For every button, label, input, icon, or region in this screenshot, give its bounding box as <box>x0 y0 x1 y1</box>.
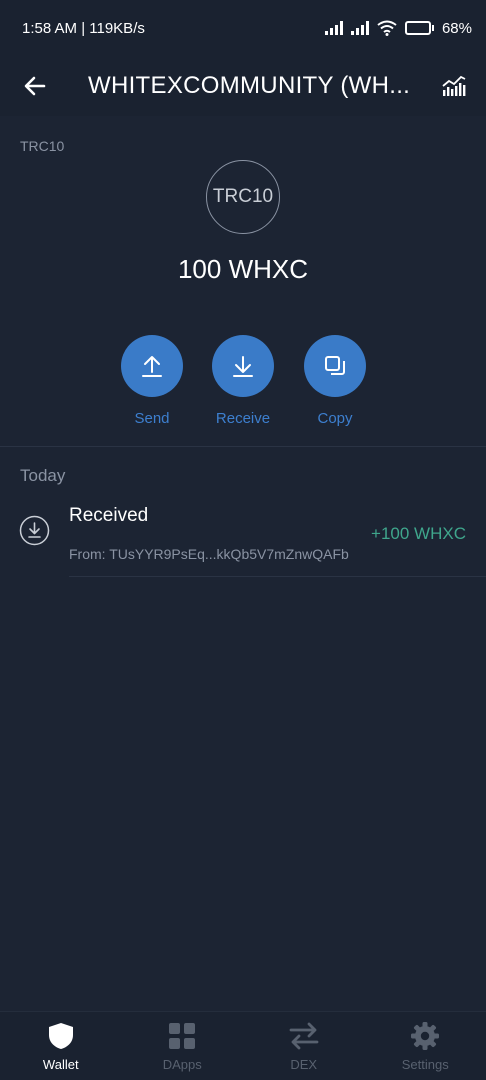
tab-dex-label: DEX <box>290 1057 318 1072</box>
chart-button[interactable] <box>436 68 472 104</box>
arrow-left-icon <box>24 76 46 96</box>
receive-label: Receive <box>215 410 271 427</box>
tab-wallet-label: Wallet <box>42 1057 79 1072</box>
transaction-from: From: TUsYYR9PsEq...kkQb5V7mZnwQAFb <box>69 546 349 562</box>
page-title: WHITEXCOMMUNITY (WH... <box>88 72 411 99</box>
token-logo: TRC10 <box>206 160 280 234</box>
status-icons: 68% <box>324 19 472 37</box>
copy-label: Copy <box>317 410 353 427</box>
transaction-title: Received <box>69 505 149 526</box>
signal-icon <box>350 21 369 35</box>
signal-icon <box>324 21 343 35</box>
copy-icon <box>325 356 345 375</box>
grid-icon <box>169 1023 196 1049</box>
tab-dapps-label: DApps <box>162 1057 202 1072</box>
receive-circle[interactable] <box>212 335 274 397</box>
row-divider <box>69 576 486 577</box>
token-type-label: TRC10 <box>20 138 65 154</box>
token-logo-text: TRC10 <box>212 186 274 207</box>
divider <box>0 446 486 447</box>
upload-arrow-icon <box>142 356 162 377</box>
transaction-row[interactable]: Received From: TUsYYR9PsEq...kkQb5V7mZnw… <box>0 495 486 577</box>
tab-settings-label: Settings <box>401 1057 449 1072</box>
status-bar: 1:58 AM | 119KB/s 68% <box>0 0 486 56</box>
chart-icon <box>442 75 466 96</box>
battery-percent: 68% <box>441 19 472 37</box>
shield-icon <box>48 1023 73 1049</box>
tab-dex[interactable]: DEX <box>243 1012 365 1080</box>
copy-circle[interactable] <box>304 335 366 397</box>
gear-icon <box>411 1022 440 1050</box>
transaction-amount: +100 WHXC <box>371 524 466 543</box>
send-button[interactable]: Send <box>120 335 184 427</box>
received-icon <box>19 515 50 546</box>
status-time-speed: 1:58 AM | 119KB/s <box>22 19 145 37</box>
send-label: Send <box>134 410 170 427</box>
app-bar: WHITEXCOMMUNITY (WH... <box>0 56 486 116</box>
tab-dapps[interactable]: DApps <box>122 1012 244 1080</box>
receive-button[interactable]: Receive <box>211 335 275 427</box>
swap-arrows-icon <box>289 1022 319 1050</box>
token-balance: 100 WHXC <box>177 254 309 284</box>
send-circle[interactable] <box>121 335 183 397</box>
battery-icon <box>404 21 434 35</box>
wifi-icon <box>377 20 397 36</box>
tab-settings[interactable]: Settings <box>365 1012 486 1080</box>
back-button[interactable] <box>0 56 70 116</box>
tab-wallet[interactable]: Wallet <box>0 1012 122 1080</box>
copy-button[interactable]: Copy <box>303 335 367 427</box>
section-header-today: Today <box>20 466 66 485</box>
download-arrow-icon <box>233 356 253 377</box>
bottom-tab-bar: Wallet DApps DEX Settings <box>0 1011 486 1080</box>
